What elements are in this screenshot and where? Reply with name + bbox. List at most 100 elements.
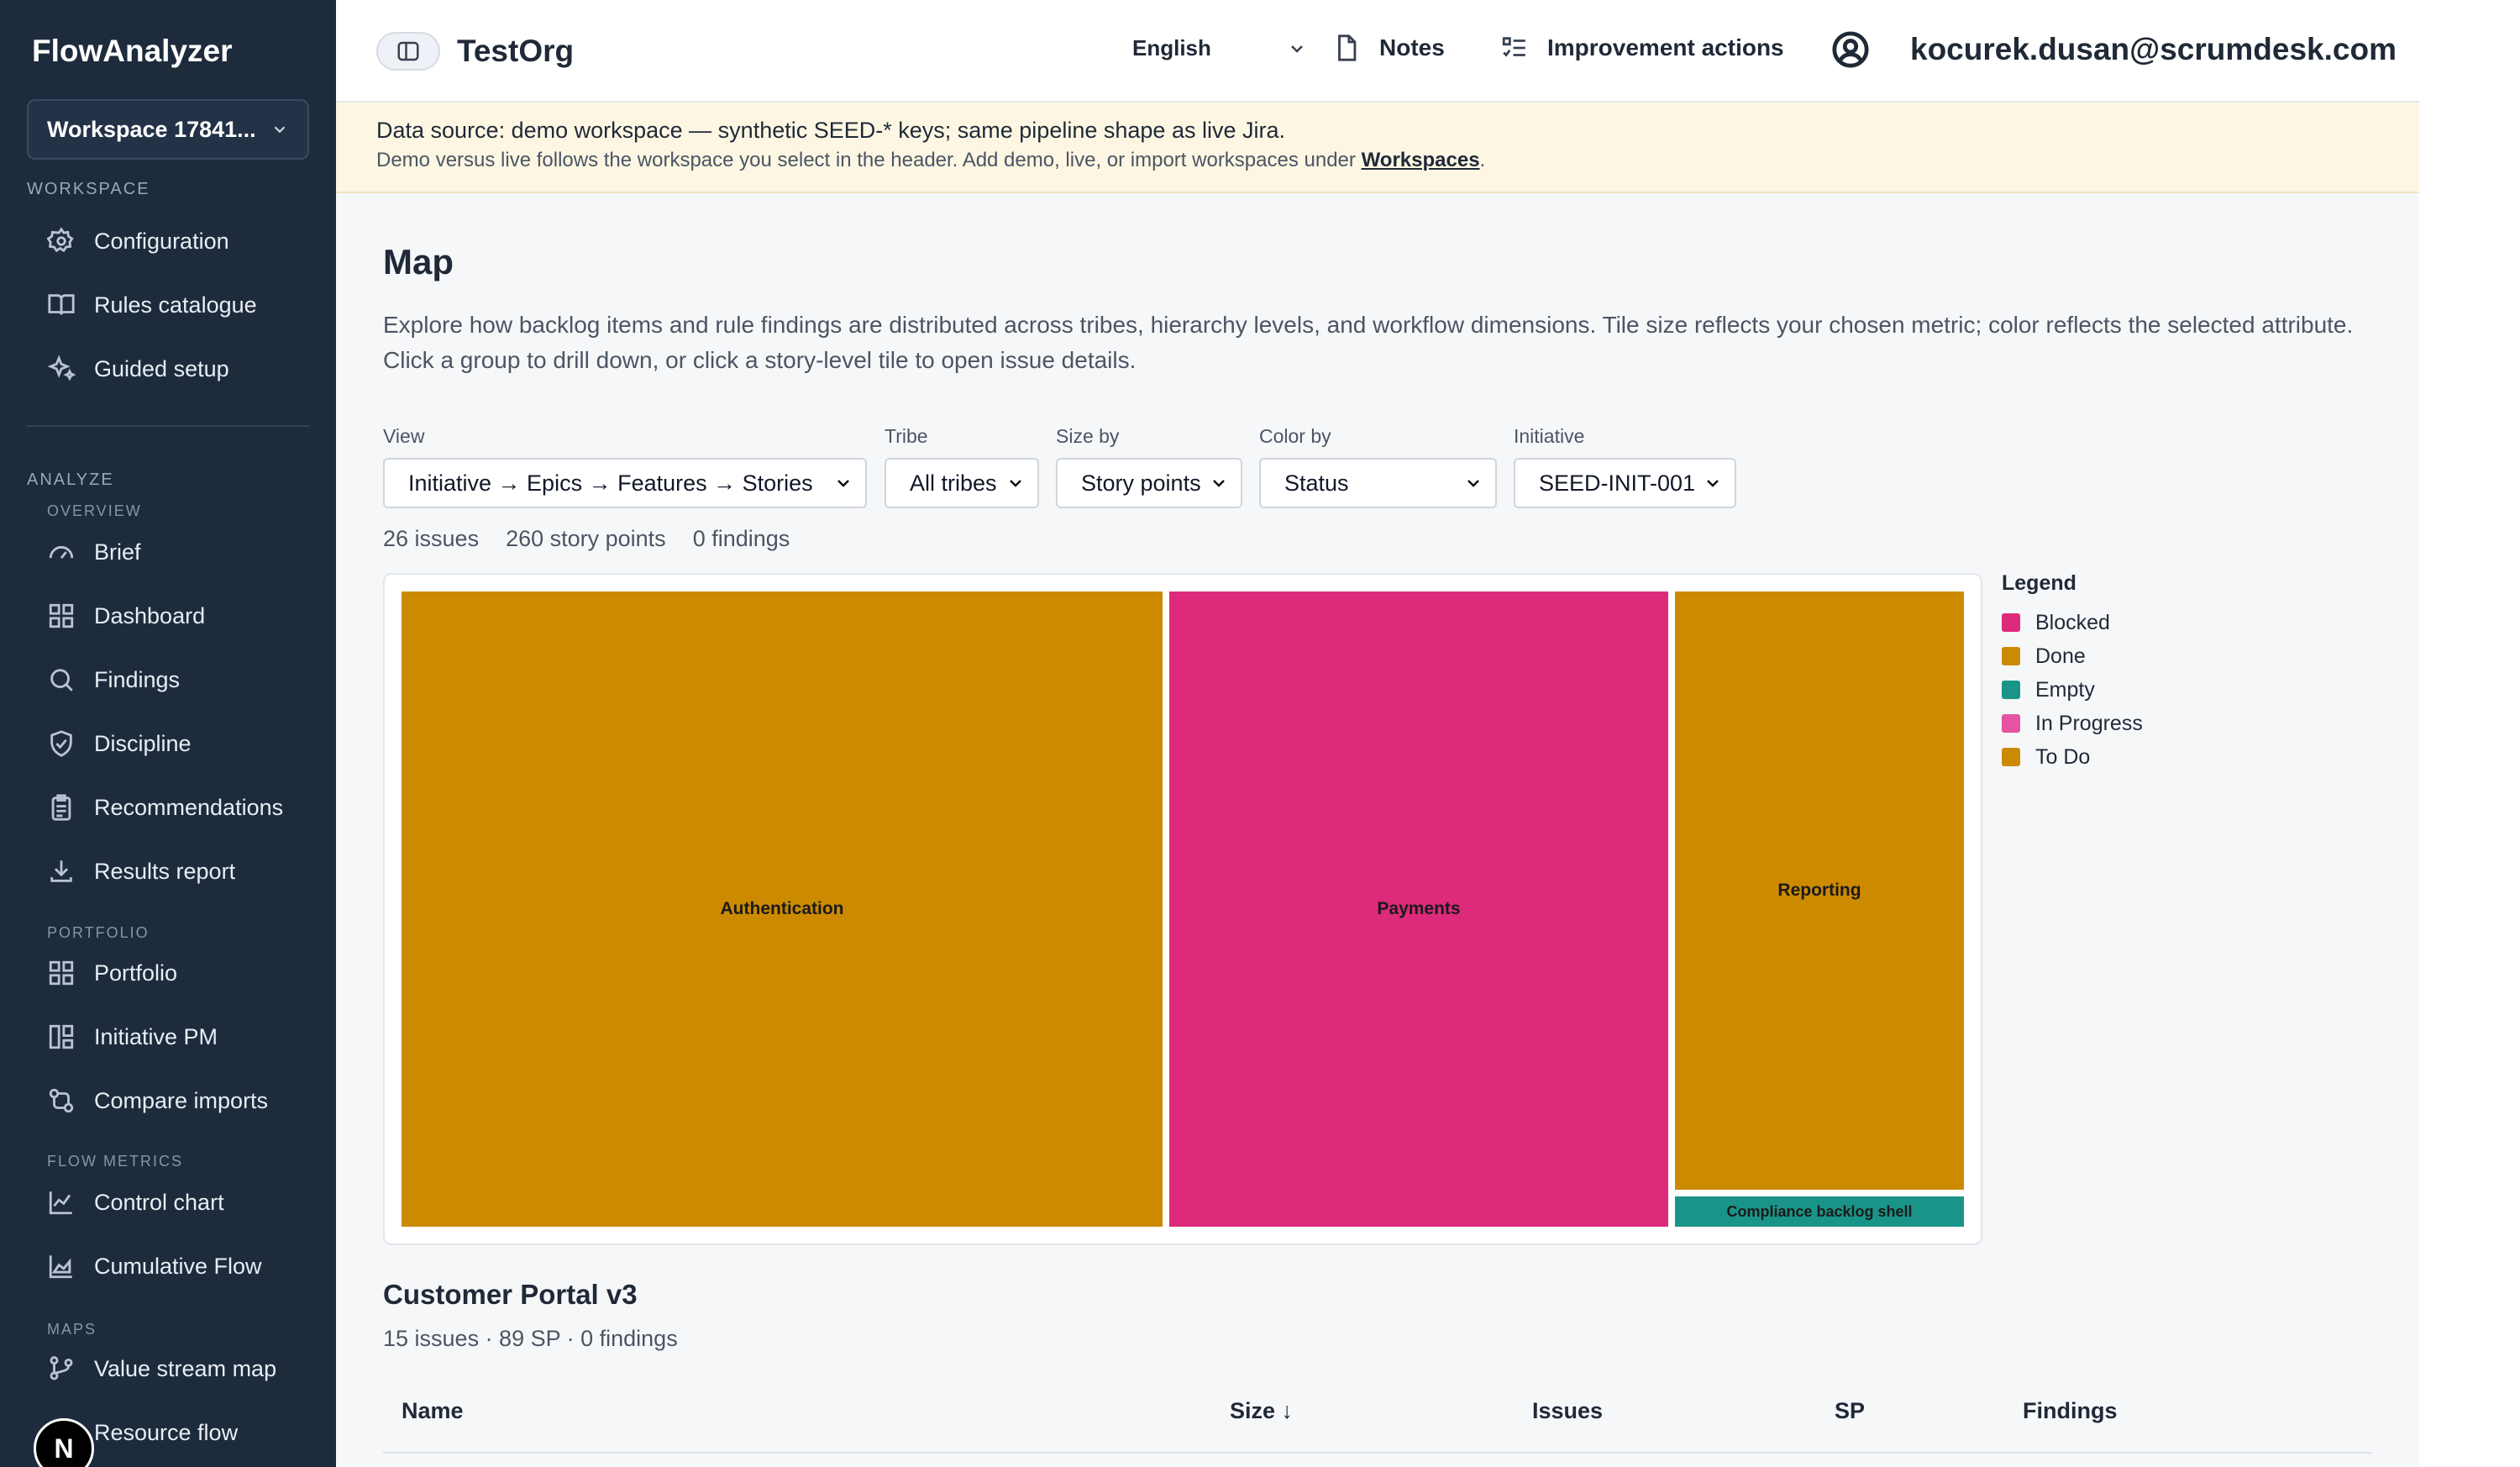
size-by-select[interactable]: Story points [1056, 458, 1242, 508]
list-checks-icon [1502, 37, 1525, 57]
sidebar-item-label: Compare imports [94, 1087, 269, 1113]
grid-icon [49, 960, 74, 986]
sidebar-item-label: Initiative PM [94, 1023, 218, 1049]
language-select-value: English [1132, 35, 1211, 60]
treemap-tile-compliance-backlog-shell[interactable]: Compliance backlog shell [1675, 1196, 1964, 1227]
search-icon [50, 669, 73, 691]
workspace-select[interactable]: Workspace 17841... [27, 99, 309, 160]
column-header-sp[interactable]: SP [1835, 1398, 1865, 1424]
treemap-tile-authentication[interactable]: Authentication [402, 592, 1163, 1227]
section-label-analyze: ANALYZE [27, 471, 114, 489]
language-select[interactable]: English [1132, 35, 1307, 61]
issues-count: 26 issues [383, 526, 480, 551]
page-description: Explore how backlog items and rule findi… [383, 312, 2354, 373]
initiative-select-value: SEED-INIT-001 [1539, 470, 1696, 496]
panel-left-icon [397, 41, 419, 61]
size-by-select-value: Story points [1081, 470, 1201, 496]
legend-item: Empty [2002, 673, 2143, 707]
color-by-select[interactable]: Status [1259, 458, 1497, 508]
column-header-size[interactable]: Size ↓ [1230, 1398, 1293, 1424]
sidebar-item-recommendations[interactable]: Recommendations [47, 787, 283, 828]
sidebar-item-label: Cumulative Flow [94, 1253, 262, 1279]
sidebar-item-cumulative-flow[interactable]: Cumulative Flow [47, 1246, 262, 1286]
table-header: Name Size ↓ Issues SP Findings [383, 1370, 2372, 1454]
filter-label: Color by [1259, 425, 1331, 447]
sidebar-item-compare-imports[interactable]: Compare imports [47, 1081, 268, 1121]
column-header-issues[interactable]: Issues [1532, 1398, 1603, 1424]
user-email: kocurek.dusan@scrumdesk.com [1910, 32, 2397, 66]
sidebar-item-label: Recommendations [94, 794, 284, 820]
column-header-findings[interactable]: Findings [2023, 1398, 2117, 1424]
improvement-actions-link[interactable]: Improvement actions [1500, 34, 1784, 62]
grid-icon [49, 603, 74, 628]
filter-label: Size by [1056, 425, 1120, 447]
sidebar-item-initiative-pm[interactable]: Initiative PM [47, 1017, 218, 1057]
sidebar-toggle-button[interactable] [376, 32, 440, 71]
sidebar-item-label: Control chart [94, 1189, 224, 1215]
section-label-maps: MAPS [47, 1321, 97, 1338]
sidebar-item-label: Value stream map [94, 1355, 277, 1381]
clipboard-icon [51, 794, 71, 821]
sidebar-item-guided-setup[interactable]: Guided setup [47, 349, 229, 389]
legend-label: Empty [2035, 677, 2095, 702]
user-menu[interactable]: kocurek.dusan@scrumdesk.com [1831, 30, 2397, 69]
color-by-select-value: Status [1284, 470, 1349, 496]
legend-label: Done [2035, 644, 2086, 668]
tribe-select[interactable]: All tribes [885, 458, 1039, 508]
column-header-name[interactable]: Name [402, 1398, 464, 1424]
sidebar-item-label: Rules catalogue [94, 292, 257, 318]
treemap-tile-payments[interactable]: Payments [1169, 592, 1668, 1227]
notes-link[interactable]: Notes [1332, 34, 1445, 62]
area-chart-icon [49, 1255, 72, 1279]
sidebar-item-label: Guided setup [94, 355, 229, 381]
git-compare-icon [49, 1088, 74, 1113]
org-name: TestOrg [457, 34, 575, 68]
legend-item: Done [2002, 639, 2143, 673]
banner-line2-text: Demo versus live follows the workspace y… [376, 149, 1362, 171]
chevron-down-icon [1213, 480, 1225, 487]
legend-swatch [2002, 681, 2020, 699]
main-content: Map Explore how backlog items and rule f… [336, 193, 2419, 1467]
workspaces-link[interactable]: Workspaces [1362, 149, 1480, 171]
filter-size-by: Size by Story points [1056, 425, 1242, 508]
legend-label: Blocked [2035, 610, 2110, 634]
sidebar-item-label: Findings [94, 666, 181, 692]
sidebar-item-configuration[interactable]: Configuration [47, 221, 229, 261]
group-summary: 15 issues · 89 SP · 0 findings [383, 1326, 678, 1351]
chevron-down-icon [837, 480, 849, 487]
sidebar-item-control-chart[interactable]: Control chart [47, 1182, 224, 1222]
improvement-actions-label: Improvement actions [1547, 34, 1784, 60]
sidebar-item-brief[interactable]: Brief [47, 532, 141, 572]
view-select[interactable]: Initiative → Epics → Features → Stories [383, 458, 867, 508]
sidebar-item-findings[interactable]: Findings [47, 660, 180, 700]
treemap-tile-reporting[interactable]: Reporting [1675, 592, 1964, 1190]
sidebar-item-value-stream-map[interactable]: Value stream map [47, 1349, 276, 1389]
treemap: Authentication Payments Reporting Compli… [383, 573, 1982, 1245]
layout-icon [49, 1024, 74, 1049]
banner-line1: Data source: demo workspace — synthetic … [376, 118, 1285, 143]
sidebar-item-discipline[interactable]: Discipline [47, 723, 192, 764]
legend-item: To Do [2002, 740, 2143, 774]
legend: Legend Blocked Done Empty In Progress To… [2002, 571, 2143, 774]
sidebar: FlowAnalyzer Workspace 17841... WORKSPAC… [0, 0, 336, 1467]
page-title: Map [383, 242, 454, 281]
sidebar-item-dashboard[interactable]: Dashboard [47, 596, 205, 636]
chevron-down-icon [1707, 480, 1719, 487]
book-icon [48, 294, 75, 315]
sidebar-item-portfolio[interactable]: Portfolio [47, 953, 177, 993]
gauge-icon [49, 545, 74, 559]
filter-tribe: Tribe All tribes [885, 425, 1039, 508]
sidebar-item-results-report[interactable]: Results report [47, 851, 235, 891]
filter-label: View [383, 425, 425, 447]
user-circle-icon [1832, 31, 1869, 68]
data-source-banner: Data source: demo workspace — synthetic … [336, 103, 2419, 193]
legend-label: To Do [2035, 744, 2091, 769]
initiative-select[interactable]: SEED-INIT-001 [1514, 458, 1736, 508]
workspace-select-value: Workspace 17841... [47, 116, 256, 142]
sidebar-item-rules-catalogue[interactable]: Rules catalogue [47, 285, 257, 325]
legend-item: Blocked [2002, 606, 2143, 639]
view-select-value: Initiative → Epics → Features → Stories [408, 470, 813, 496]
filter-view: View Initiative → Epics → Features → Sto… [383, 425, 867, 508]
gear-icon [47, 227, 74, 253]
chevron-down-icon [1291, 45, 1303, 53]
